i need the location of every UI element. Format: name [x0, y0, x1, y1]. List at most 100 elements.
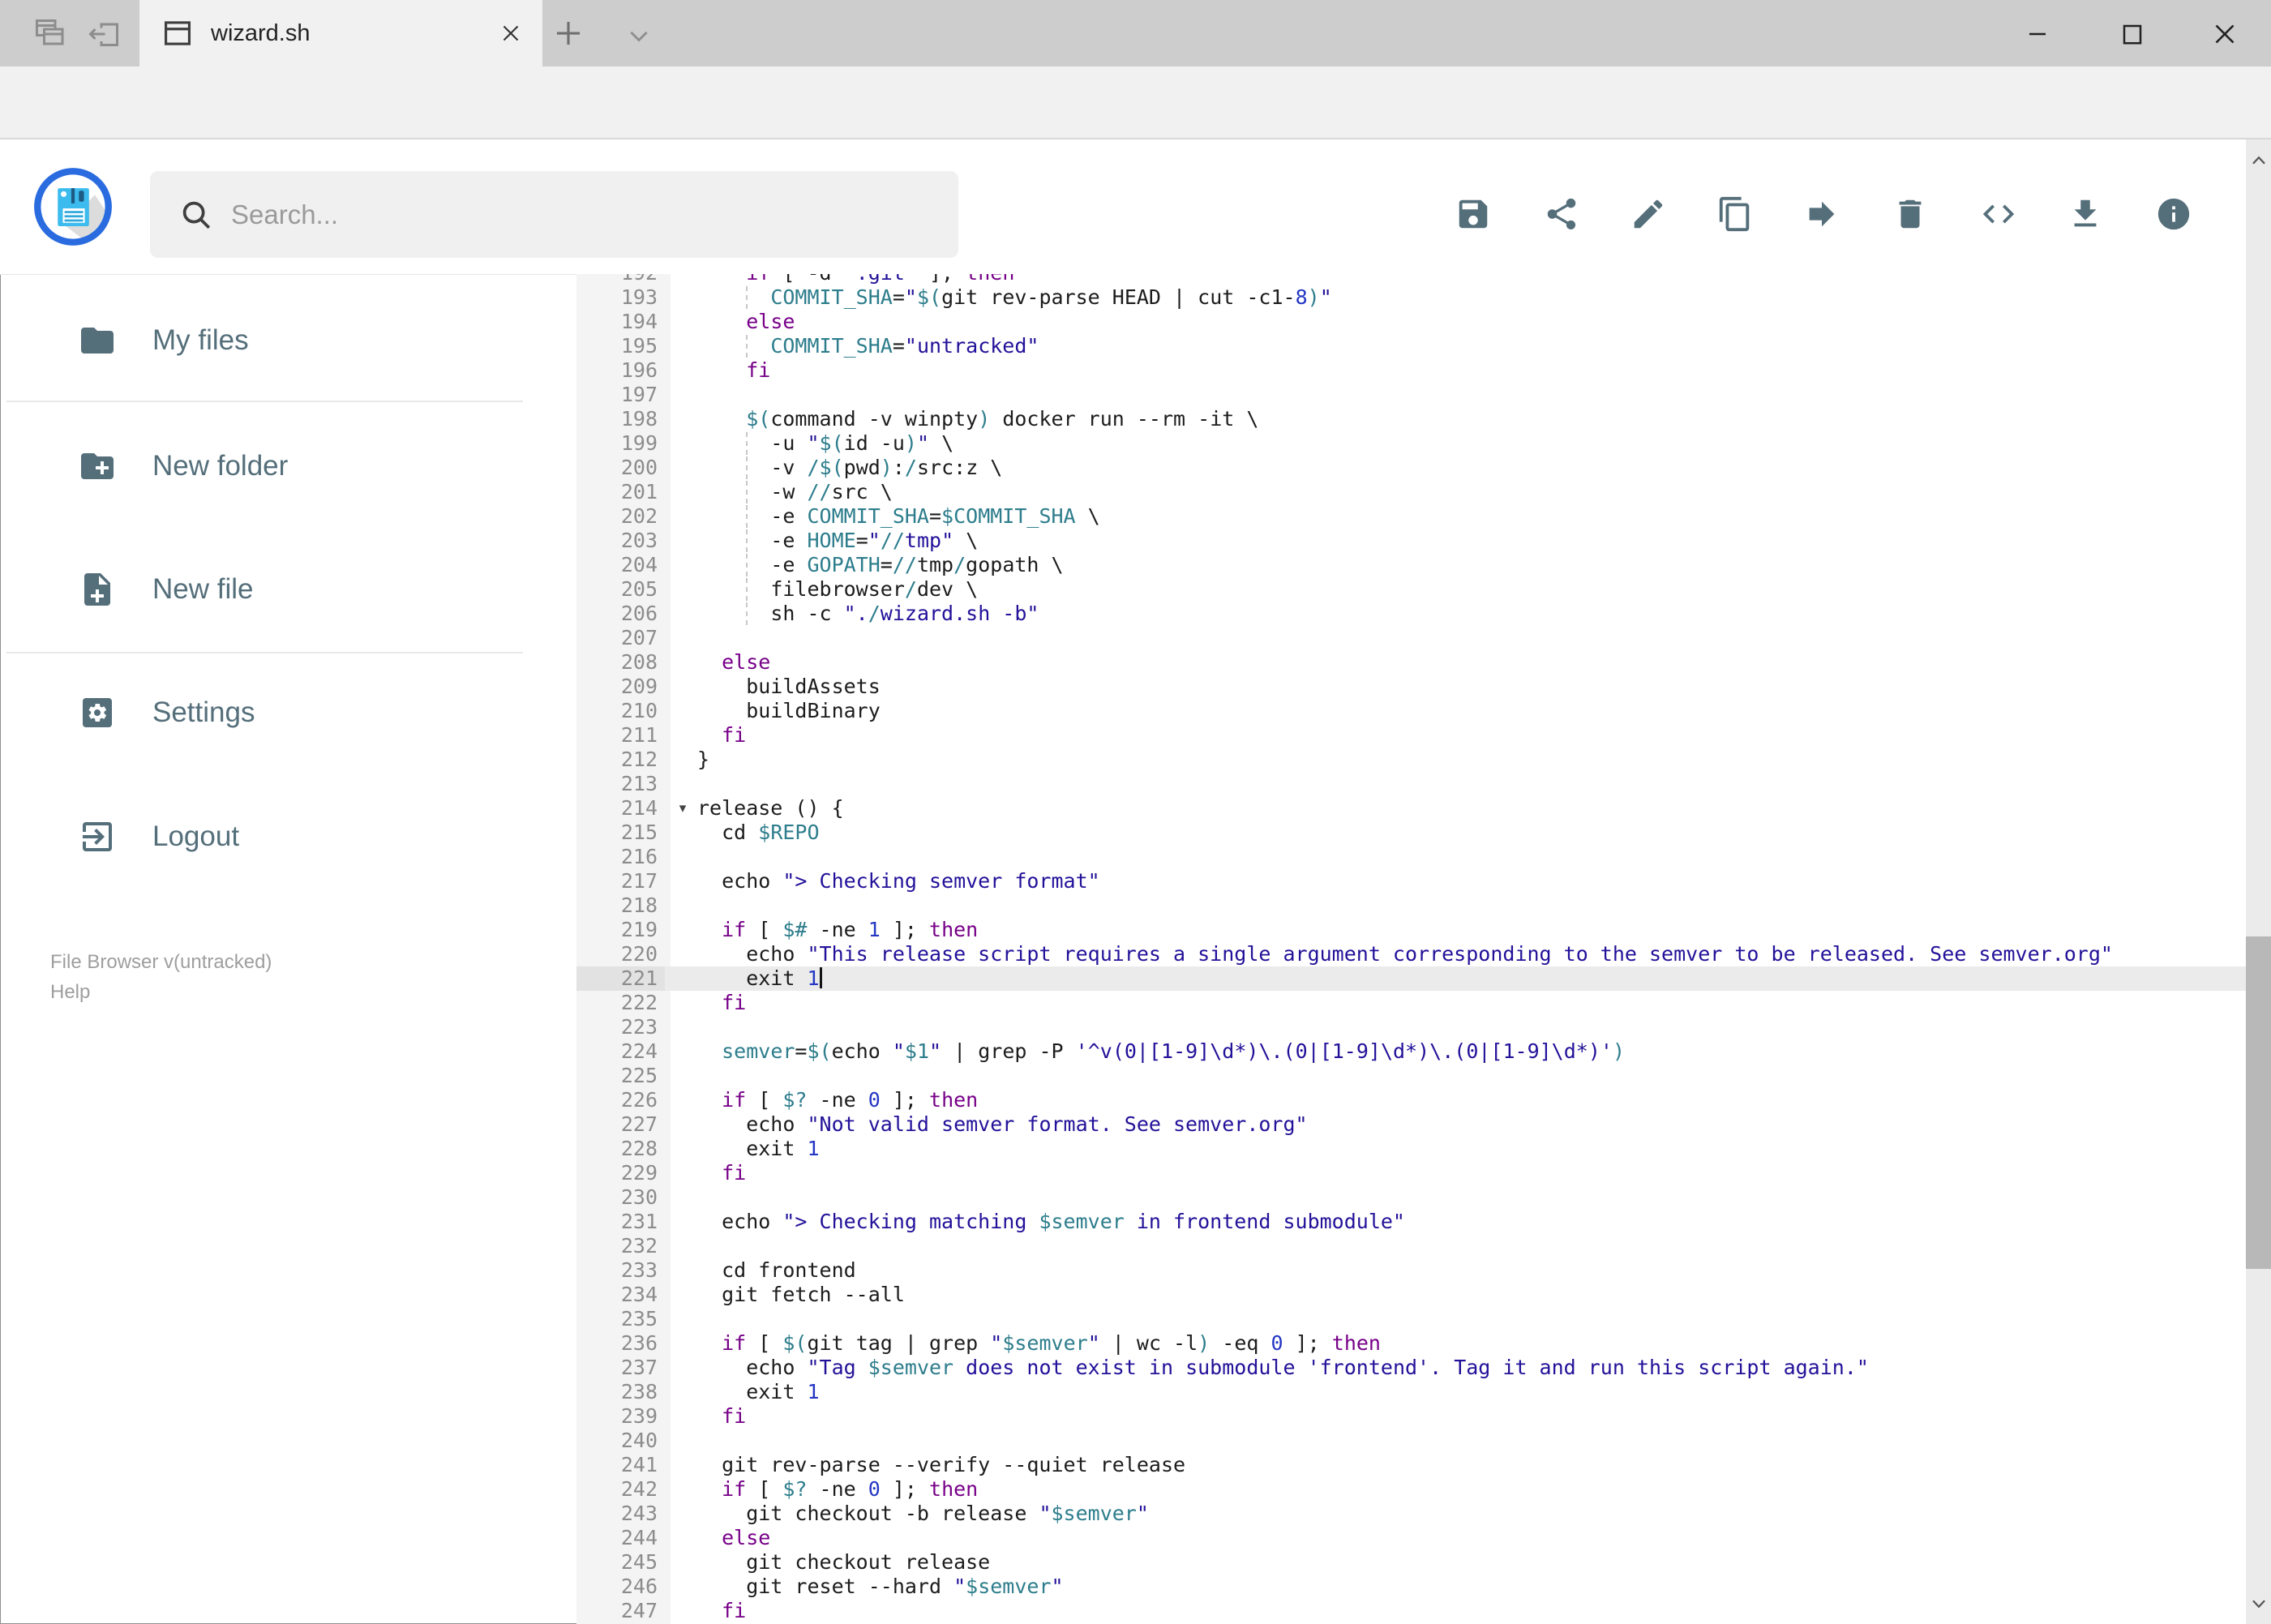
code-line[interactable]: 223 — [576, 1015, 2246, 1039]
code-line[interactable]: 246 git reset --hard "$semver" — [576, 1575, 2246, 1599]
tab-close-icon[interactable] — [497, 19, 525, 47]
page-icon — [161, 16, 195, 50]
code-line-text: exit 1 — [697, 1380, 820, 1403]
move-button[interactable] — [1803, 195, 1840, 233]
code-line-text: fi — [722, 991, 747, 1014]
code-line[interactable]: 229 fi — [576, 1161, 2246, 1185]
sidebar-item-my-files[interactable]: My files — [0, 296, 576, 385]
sidebar-item-label: Logout — [152, 821, 240, 852]
code-line[interactable]: 232 — [576, 1234, 2246, 1258]
code-line[interactable]: 208 else — [576, 650, 2246, 675]
scrollbar-thumb[interactable] — [2246, 936, 2271, 1269]
code-line[interactable]: 206 sh -c "./wizard.sh -b" — [576, 602, 2246, 626]
code-line[interactable]: 202 -e COMMIT_SHA=$COMMIT_SHA \ — [576, 504, 2246, 529]
window-minimize-button[interactable] — [2015, 11, 2060, 57]
page-scrollbar[interactable] — [2246, 139, 2271, 1624]
line-number: 232 — [620, 1234, 658, 1258]
new-tab-button[interactable] — [548, 13, 589, 54]
code-line[interactable]: 224 semver=$(echo "$1" | grep -P '^v(0|[… — [576, 1039, 2246, 1064]
code-line[interactable]: 210 buildBinary — [576, 699, 2246, 723]
code-line[interactable]: 237 echo "Tag $semver does not exist in … — [576, 1356, 2246, 1380]
line-number: 222 — [620, 991, 658, 1014]
code-line[interactable]: 226 if [ $? -ne 0 ]; then — [576, 1088, 2246, 1112]
info-button[interactable] — [2155, 195, 2192, 233]
code-line[interactable]: 199 -u "$(id -u)" \ — [576, 431, 2246, 456]
code-line[interactable]: 213 — [576, 772, 2246, 796]
code-line[interactable]: 242 if [ $? -ne 0 ]; then — [576, 1477, 2246, 1502]
code-line-text: echo "This release script requires a sin… — [697, 942, 2113, 966]
help-link[interactable]: Help — [50, 977, 272, 1007]
delete-button[interactable] — [1892, 195, 1929, 233]
code-line[interactable]: 195 COMMIT_SHA="untracked" — [576, 334, 2246, 358]
code-line[interactable]: 203 -e HOME="//tmp" \ — [576, 529, 2246, 553]
set-tabs-aside-icon[interactable] — [84, 15, 123, 54]
code-line[interactable]: 228 exit 1 — [576, 1137, 2246, 1161]
sidebar-item-new-folder[interactable]: New folder — [0, 422, 576, 511]
code-line[interactable]: 204 -e GOPATH=//tmp/gopath \ — [576, 553, 2246, 577]
tab-preview-icon[interactable] — [31, 15, 70, 54]
code-line[interactable]: 212} — [576, 748, 2246, 772]
code-editor[interactable]: 192 if [ -d ".git" ]; then193 COMMIT_SHA… — [576, 274, 2246, 1624]
share-button[interactable] — [1543, 195, 1580, 233]
code-line[interactable]: 236 if [ $(git tag | grep "$semver" | wc… — [576, 1331, 2246, 1356]
code-line[interactable]: 198 $(command -v winpty) docker run --rm… — [576, 407, 2246, 431]
code-line[interactable]: 209 buildAssets — [576, 675, 2246, 699]
code-line[interactable]: 216 — [576, 845, 2246, 869]
filebrowser-logo[interactable] — [32, 166, 114, 247]
line-number: 198 — [620, 407, 658, 431]
code-line[interactable]: 227 echo "Not valid semver format. See s… — [576, 1112, 2246, 1137]
code-line[interactable]: 220 echo "This release script requires a… — [576, 942, 2246, 966]
code-line[interactable]: 193 COMMIT_SHA="$(git rev-parse HEAD | c… — [576, 285, 2246, 310]
code-line[interactable]: 222 fi — [576, 991, 2246, 1015]
download-button[interactable] — [2067, 195, 2104, 233]
code-line[interactable]: 194 else — [576, 310, 2246, 334]
fold-marker-icon[interactable]: ▾ — [672, 796, 693, 821]
code-line[interactable]: 240 — [576, 1429, 2246, 1453]
code-line-text: if [ $(git tag | grep "$semver" | wc -l)… — [722, 1331, 1381, 1355]
code-line[interactable]: 205 filebrowser/dev \ — [576, 577, 2246, 602]
code-line[interactable]: 201 -w //src \ — [576, 480, 2246, 504]
sidebar-item-settings[interactable]: Settings — [0, 668, 576, 757]
code-line[interactable]: 215 cd $REPO — [576, 821, 2246, 845]
code-line[interactable]: 197 — [576, 383, 2246, 407]
save-button[interactable] — [1455, 195, 1492, 233]
code-line[interactable]: 192 if [ -d ".git" ]; then — [576, 274, 2246, 285]
window-maximize-button[interactable] — [2110, 11, 2155, 57]
code-line[interactable]: 219 if [ $# -ne 1 ]; then — [576, 918, 2246, 942]
raw-editor-button[interactable] — [1980, 195, 2017, 233]
rename-button[interactable] — [1630, 195, 1667, 233]
copy-button[interactable] — [1716, 195, 1754, 233]
code-line[interactable]: 244 else — [576, 1526, 2246, 1550]
code-line[interactable]: 234 git fetch --all — [576, 1283, 2246, 1307]
search-bar[interactable] — [150, 171, 958, 258]
code-line[interactable]: 239 fi — [576, 1404, 2246, 1429]
code-line[interactable]: 196 fi — [576, 358, 2246, 383]
code-line[interactable]: 235 — [576, 1307, 2246, 1331]
code-line[interactable]: 207 — [576, 626, 2246, 650]
code-line[interactable]: 221 exit 1 — [576, 966, 2246, 991]
code-line[interactable]: 231 echo "> Checking matching $semver in… — [576, 1210, 2246, 1234]
browser-tab[interactable]: wizard.sh — [139, 0, 542, 66]
code-line[interactable]: 245 git checkout release — [576, 1550, 2246, 1575]
search-input[interactable] — [229, 198, 958, 231]
line-number: 200 — [620, 456, 658, 479]
code-line[interactable]: 225 — [576, 1064, 2246, 1088]
code-line[interactable]: 218 — [576, 893, 2246, 918]
code-line[interactable]: 243 git checkout -b release "$semver" — [576, 1502, 2246, 1526]
code-line[interactable]: 238 exit 1 — [576, 1380, 2246, 1404]
code-line[interactable]: 200 -v /$(pwd):/src:z \ — [576, 456, 2246, 480]
code-line[interactable]: 211 fi — [576, 723, 2246, 748]
window-close-button[interactable] — [2202, 11, 2247, 57]
line-number: 227 — [620, 1112, 658, 1136]
tab-list-chevron-icon[interactable] — [621, 18, 657, 54]
code-line[interactable]: 217 echo "> Checking semver format" — [576, 869, 2246, 893]
scroll-down-icon[interactable] — [2246, 1588, 2271, 1620]
sidebar-item-logout[interactable]: Logout — [0, 792, 576, 881]
code-line[interactable]: 247 fi — [576, 1599, 2246, 1623]
code-line[interactable]: 241 git rev-parse --verify --quiet relea… — [576, 1453, 2246, 1477]
code-line[interactable]: 214 ▾ release () { — [576, 796, 2246, 821]
sidebar-item-new-file[interactable]: New file — [0, 545, 576, 634]
code-line[interactable]: 230 — [576, 1185, 2246, 1210]
code-line[interactable]: 233 cd frontend — [576, 1258, 2246, 1283]
scroll-up-icon[interactable] — [2246, 144, 2271, 177]
